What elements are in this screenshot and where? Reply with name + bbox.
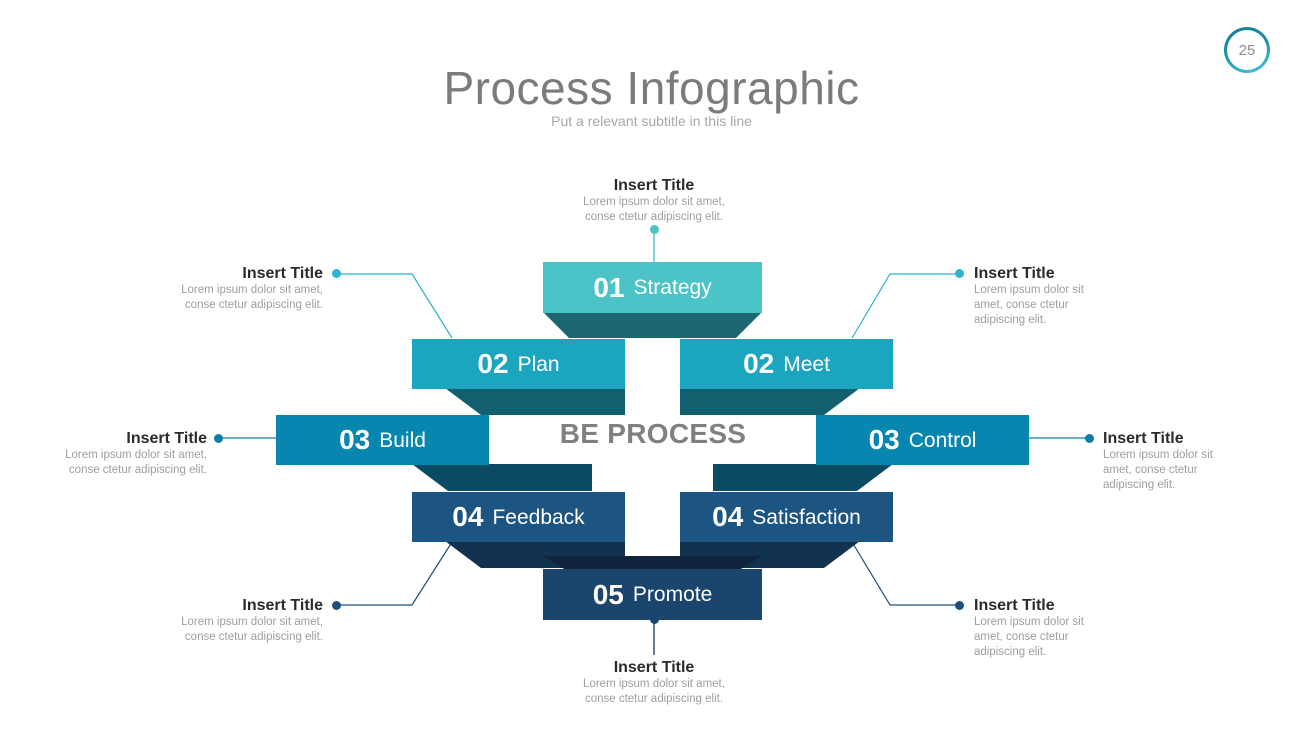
annotation-line-2: amet, conse ctetur [1103,464,1198,476]
annotation-dot-lower-left [332,601,341,610]
annotation-line-1: Lorem ipsum dolor sit amet, [583,196,725,208]
annotation-dot-top [650,225,659,234]
annotation-line-1: Lorem ipsum dolor sit [974,616,1084,628]
annotation-title: Insert Title [242,597,323,614]
step-bar-03-build[interactable]: 03 Build [276,415,489,465]
step-label: Meet [783,352,830,376]
annotation-middle-left: Insert Title Lorem ipsum dolor sit amet,… [10,429,207,478]
annotation-line-2: conse ctetur adipiscing elit. [584,211,724,223]
annotation-lower-right: Insert Title Lorem ipsum dolor sit amet,… [974,596,1164,660]
annotation-title: Insert Title [613,659,695,676]
annotation-line-3: adipiscing elit. [974,314,1047,326]
annotation-title: Insert Title [974,265,1055,282]
step-number: 04 [452,501,484,532]
annotation-line-1: Lorem ipsum dolor sit amet, [181,616,323,628]
step-bar-02-plan[interactable]: 02 Plan [412,339,625,389]
annotation-line-3: adipiscing elit. [1103,479,1176,491]
step-number: 03 [339,424,371,455]
annotation-line-1: Lorem ipsum dolor sit amet, [583,678,725,690]
page-number-label: 25 [1227,30,1267,70]
slide-canvas: Process Infographic Put a relevant subti… [0,0,1303,736]
step-label: Plan [517,352,560,376]
step-number: 05 [592,578,624,610]
annotation-line-2: conse ctetur adipiscing elit. [184,299,323,311]
annotation-top: Insert Title Lorem ipsum dolor sit amet,… [554,176,754,225]
annotation-dot-lower-right [955,601,964,610]
step-number: 04 [712,501,744,532]
step-number: 03 [868,424,900,455]
annotation-line-2: amet, conse ctetur [974,631,1069,643]
annotation-dot-bottom [650,615,659,624]
annotation-title: Insert Title [613,177,695,194]
annotation-title: Insert Title [974,597,1055,614]
step-label: Promote [632,583,713,606]
annotation-dot-middle-left [214,434,223,443]
step-number: 02 [477,348,509,379]
annotation-dot-upper-right [955,269,964,278]
annotation-line-3: adipiscing elit. [974,646,1047,658]
annotation-line-2: conse ctetur adipiscing elit. [584,693,724,705]
step-number: 01 [593,271,625,303]
step-fold-03-build [412,464,592,491]
annotation-lower-left: Insert Title Lorem ipsum dolor sit amet,… [126,596,323,645]
annotation-line-1: Lorem ipsum dolor sit [974,284,1084,296]
step-bar-02-meet[interactable]: 02 Meet [680,339,893,389]
annotation-upper-left: Insert Title Lorem ipsum dolor sit amet,… [126,264,323,313]
annotation-line-1: Lorem ipsum dolor sit amet, [65,449,207,461]
annotation-line-2: conse ctetur adipiscing elit. [68,464,207,476]
step-fold-01-right [646,312,762,338]
step-number: 02 [743,348,775,379]
annotation-upper-right: Insert Title Lorem ipsum dolor sit amet,… [974,264,1164,328]
annotation-line-1: Lorem ipsum dolor sit [1103,449,1213,461]
step-bar-04-satisfaction[interactable]: 04 Satisfaction [680,492,893,542]
annotation-line-2: conse ctetur adipiscing elit. [184,631,323,643]
annotation-title: Insert Title [126,430,207,447]
step-label: Control [908,428,977,452]
annotation-dot-middle-right [1085,434,1094,443]
step-fold-03-control [713,464,893,491]
step-label: Strategy [633,276,712,299]
annotation-middle-right: Insert Title Lorem ipsum dolor sit amet,… [1103,429,1293,493]
step-fold-02-meet [680,388,860,415]
page-number-badge: 25 [1224,27,1270,73]
center-label: BE PROCESS [559,418,747,449]
page-title: Process Infographic [443,62,860,114]
step-label: Satisfaction [752,505,861,529]
annotation-line-1: Lorem ipsum dolor sit amet, [181,284,323,296]
step-fold-01-left [543,312,659,338]
annotation-title: Insert Title [242,265,323,282]
step-bar-01-strategy[interactable]: 01 Strategy [543,262,762,313]
step-fold-02-plan [445,388,625,415]
step-bar-03-control[interactable]: 03 Control [816,415,1029,465]
step-bar-05-promote[interactable]: 05 Promote [543,569,762,620]
annotation-bottom: Insert Title Lorem ipsum dolor sit amet,… [554,658,754,707]
annotation-dot-upper-left [332,269,341,278]
step-label: Build [379,428,426,452]
annotation-title: Insert Title [1103,430,1184,447]
step-label: Feedback [492,505,585,529]
page-subtitle: Put a relevant subtitle in this line [551,113,752,129]
step-bar-04-feedback[interactable]: 04 Feedback [412,492,625,542]
annotation-line-2: amet, conse ctetur [974,299,1069,311]
